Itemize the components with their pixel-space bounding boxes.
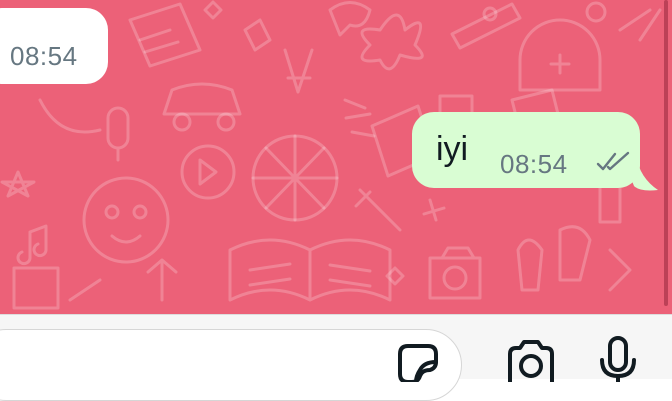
- message-text: iyi: [436, 130, 469, 168]
- double-check-icon: [596, 151, 630, 171]
- composer-bar: [0, 314, 672, 401]
- incoming-message-bubble[interactable]: 08:54: [0, 8, 108, 84]
- sticker-icon[interactable]: [394, 340, 440, 382]
- message-input[interactable]: [0, 329, 462, 401]
- camera-icon[interactable]: [504, 340, 558, 382]
- message-timestamp: 08:54: [10, 41, 78, 71]
- microphone-icon[interactable]: [598, 334, 638, 382]
- outgoing-message[interactable]: iyi 08:54: [412, 112, 658, 194]
- chat-area[interactable]: 08:54 iyi 08:54: [0, 0, 672, 314]
- chat-scrollbar[interactable]: [664, 0, 668, 306]
- message-timestamp: 08:54: [500, 149, 568, 179]
- outgoing-message-bubble[interactable]: iyi 08:54: [412, 112, 640, 188]
